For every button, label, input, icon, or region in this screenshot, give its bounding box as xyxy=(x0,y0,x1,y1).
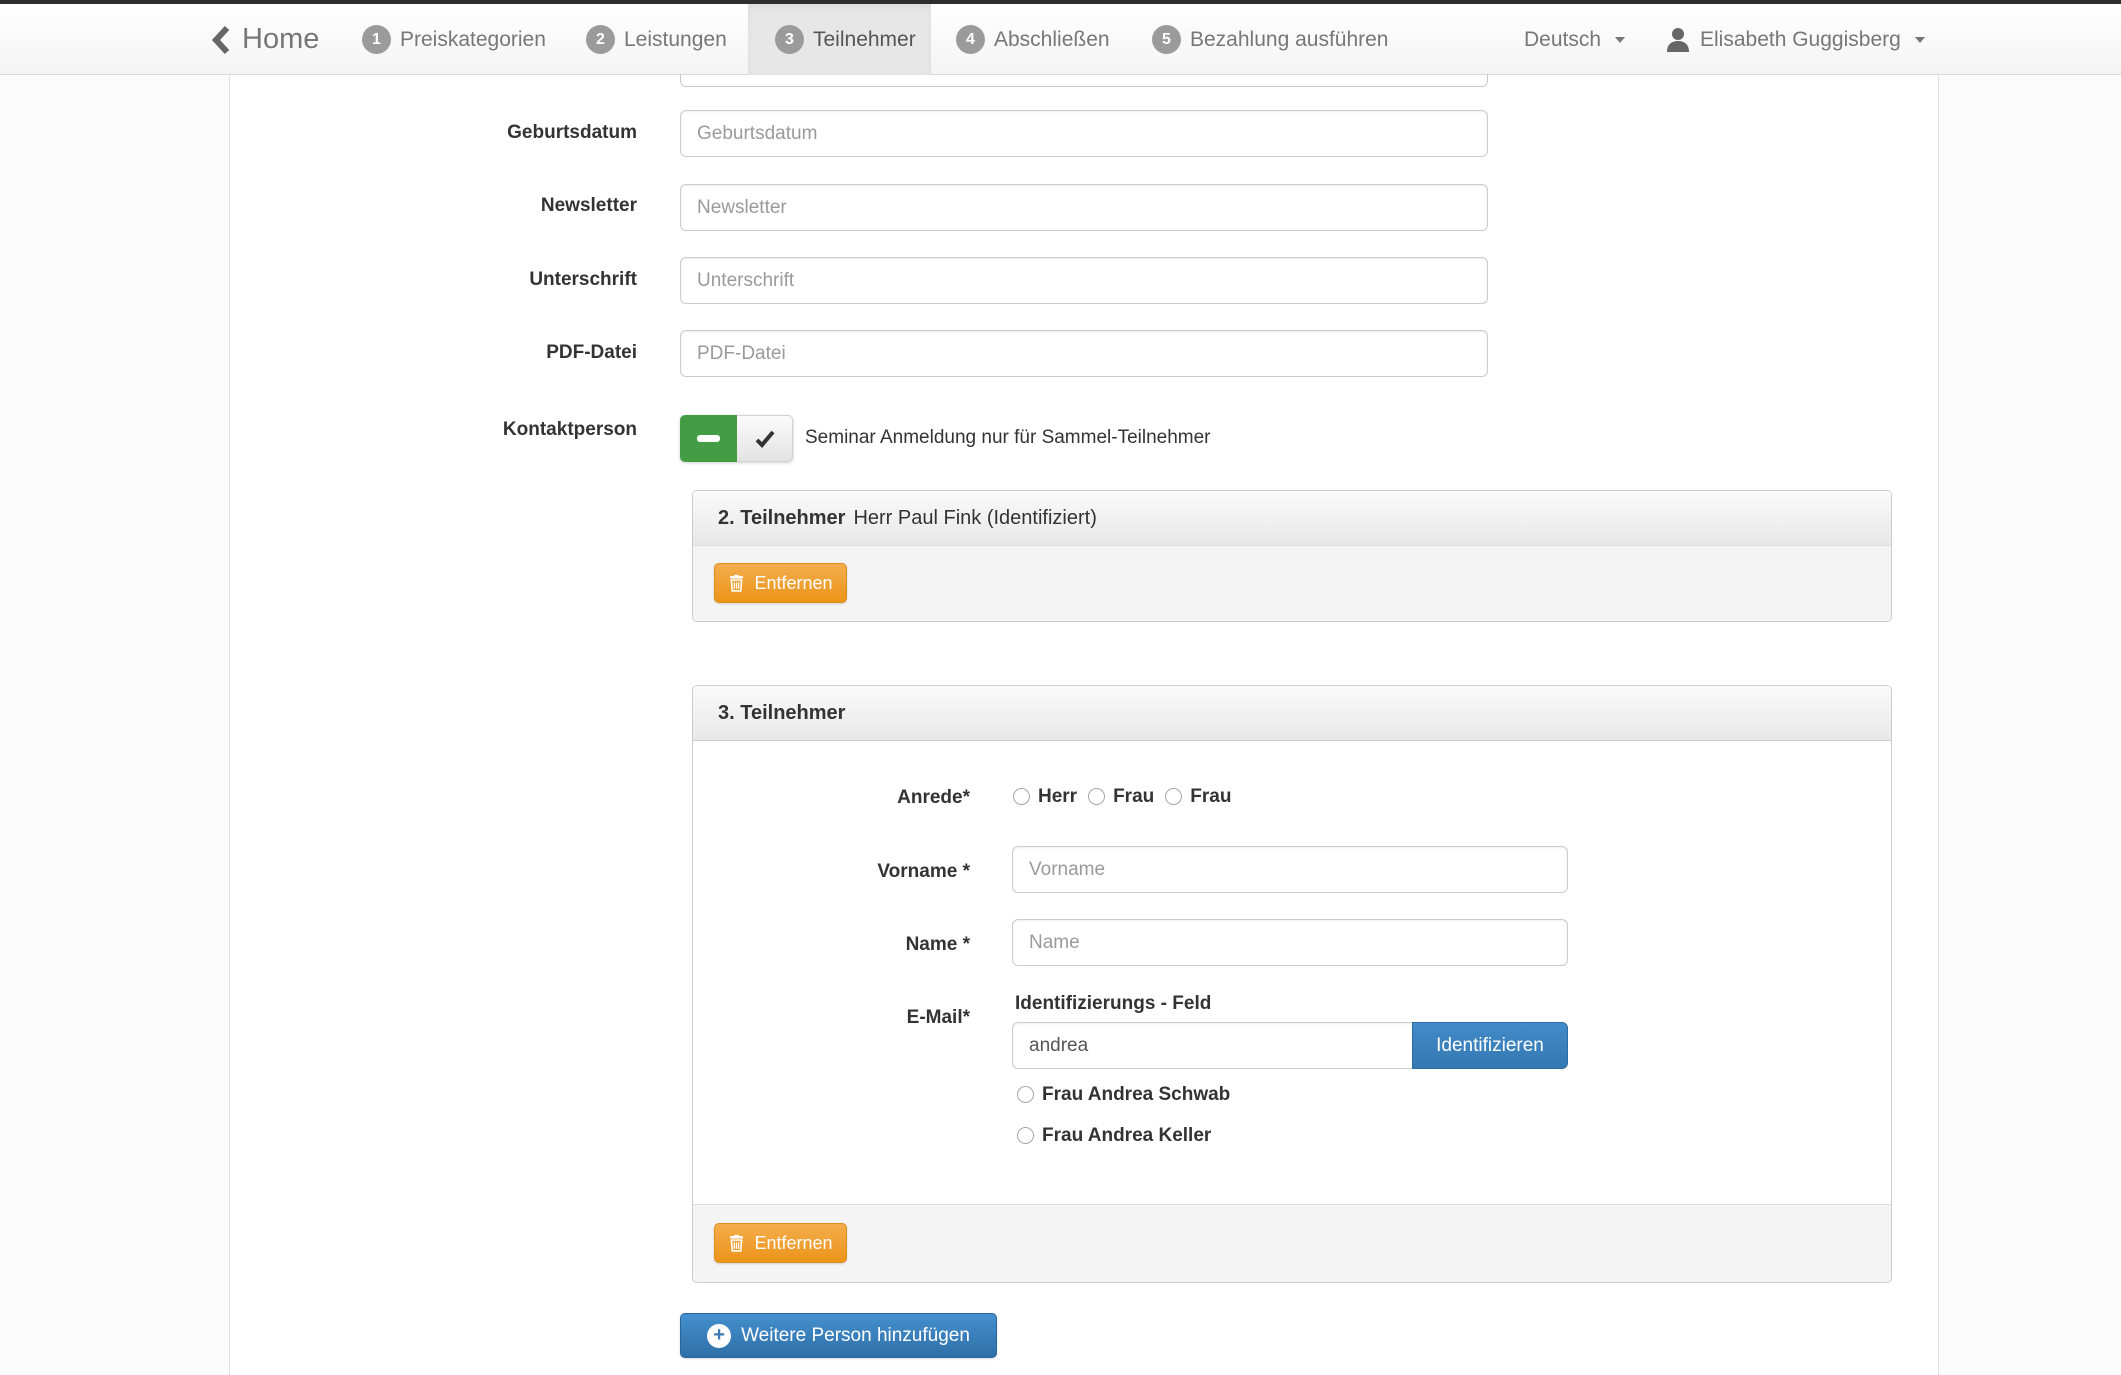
participant-3-title: 3. Teilnehmer xyxy=(718,702,845,725)
caret-down-icon xyxy=(1615,37,1625,43)
plus-circle-icon: + xyxy=(707,1324,731,1348)
step-badge-3: 3 xyxy=(775,25,804,54)
toggle-on-segment[interactable] xyxy=(680,415,737,462)
remove-participant-2-label: Entfernen xyxy=(754,573,832,594)
participant-2-subtitle: Herr Paul Fink (Identifiziert) xyxy=(853,507,1096,530)
top-strip xyxy=(0,0,2121,4)
language-label: Deutsch xyxy=(1524,25,1601,54)
radio-frau-1[interactable] xyxy=(1088,788,1105,805)
check-icon xyxy=(754,428,776,450)
participant-3-footer: Entfernen xyxy=(693,1204,1891,1282)
radio-herr[interactable] xyxy=(1013,788,1030,805)
anrede-option-frau-2[interactable]: Frau xyxy=(1165,786,1231,807)
radio-andrea-keller[interactable] xyxy=(1017,1127,1034,1144)
radio-herr-label: Herr xyxy=(1038,786,1077,807)
radio-frau-2-label: Frau xyxy=(1190,786,1231,807)
anrede-option-herr[interactable]: Herr xyxy=(1013,786,1077,807)
step-badge-1: 1 xyxy=(362,25,391,54)
ident-section-label: Identifizierungs - Feld xyxy=(1015,993,1211,1015)
step-label-5: Bezahlung ausführen xyxy=(1190,25,1389,54)
participant-2-header: 2. Teilnehmer Herr Paul Fink (Identifizi… xyxy=(693,491,1891,546)
user-name: Elisabeth Guggisberg xyxy=(1700,25,1901,54)
pdf-datei-input[interactable] xyxy=(680,330,1488,377)
chevron-left-icon xyxy=(212,26,230,54)
language-dropdown[interactable]: Deutsch xyxy=(1524,25,1625,54)
navbar: Home 1 Preiskategorien 2 Leistungen 3 Te… xyxy=(0,4,2121,75)
ident-input[interactable] xyxy=(1012,1022,1413,1069)
add-person-button[interactable]: + Weitere Person hinzufügen xyxy=(680,1313,997,1358)
radio-frau-2[interactable] xyxy=(1165,788,1182,805)
anrede-label: Anrede* xyxy=(740,787,970,809)
email-label: E-Mail* xyxy=(740,1007,970,1029)
name-input[interactable] xyxy=(1012,919,1568,966)
anrede-option-frau-1[interactable]: Frau xyxy=(1088,786,1154,807)
remove-participant-2-button[interactable]: Entfernen xyxy=(714,563,847,603)
nav-step-leistungen[interactable]: 2 Leistungen xyxy=(586,25,727,54)
toggle-handle[interactable] xyxy=(737,415,793,462)
step-badge-4: 4 xyxy=(956,25,985,54)
participant-3-header: 3. Teilnehmer xyxy=(693,686,1891,741)
radio-andrea-keller-label: Frau Andrea Keller xyxy=(1042,1125,1211,1146)
caret-down-icon xyxy=(1915,37,1925,43)
participant-2-title: 2. Teilnehmer xyxy=(718,507,845,530)
trash-icon xyxy=(728,1234,745,1252)
vorname-input[interactable] xyxy=(1012,846,1568,893)
page: Home 1 Preiskategorien 2 Leistungen 3 Te… xyxy=(0,0,2121,1375)
field-label-newsletter: Newsletter xyxy=(280,195,637,217)
nav-step-teilnehmer[interactable]: 3 Teilnehmer xyxy=(775,25,916,54)
field-label-pdf-datei: PDF-Datei xyxy=(280,342,637,364)
anrede-radio-group: Herr Frau Frau xyxy=(1013,786,1242,807)
remove-participant-3-button[interactable]: Entfernen xyxy=(714,1223,847,1263)
step-label-2: Leistungen xyxy=(624,25,727,54)
nav-step-bezahlung[interactable]: 5 Bezahlung ausführen xyxy=(1152,25,1389,54)
match-option-keller[interactable]: Frau Andrea Keller xyxy=(1017,1125,1211,1146)
radio-andrea-schwab-label: Frau Andrea Schwab xyxy=(1042,1084,1230,1105)
remove-participant-3-label: Entfernen xyxy=(754,1233,832,1254)
match-option-schwab[interactable]: Frau Andrea Schwab xyxy=(1017,1084,1230,1105)
kontaktperson-note: Seminar Anmeldung nur für Sammel-Teilneh… xyxy=(805,427,1211,449)
radio-frau-1-label: Frau xyxy=(1113,786,1154,807)
add-person-label: Weitere Person hinzufügen xyxy=(741,1325,970,1347)
geburtsdatum-input[interactable] xyxy=(680,110,1488,157)
kontaktperson-toggle[interactable] xyxy=(680,415,793,462)
nav-home-link[interactable]: Home xyxy=(212,4,319,75)
nav-step-preiskategorien[interactable]: 1 Preiskategorien xyxy=(362,25,546,54)
step-label-1: Preiskategorien xyxy=(400,25,546,54)
field-label-kontaktperson: Kontaktperson xyxy=(280,419,637,441)
field-label-unterschrift: Unterschrift xyxy=(280,269,637,291)
participant-3-panel: 3. Teilnehmer Entfernen xyxy=(692,685,1892,1283)
minus-icon xyxy=(697,435,720,442)
home-label: Home xyxy=(242,23,319,56)
step-label-4: Abschließen xyxy=(994,25,1110,54)
newsletter-input[interactable] xyxy=(680,184,1488,231)
unterschrift-input[interactable] xyxy=(680,257,1488,304)
trash-icon xyxy=(728,574,745,592)
user-dropdown[interactable]: Elisabeth Guggisberg xyxy=(1666,25,1925,54)
vorname-label: Vorname * xyxy=(740,861,970,883)
participant-2-panel: 2. Teilnehmer Herr Paul Fink (Identifizi… xyxy=(692,490,1892,622)
person-icon xyxy=(1666,27,1690,53)
identify-button[interactable]: Identifizieren xyxy=(1412,1022,1568,1069)
participant-2-footer: Entfernen xyxy=(693,545,1891,621)
step-label-3: Teilnehmer xyxy=(813,25,916,54)
field-label-geburtsdatum: Geburtsdatum xyxy=(280,122,637,144)
step-badge-5: 5 xyxy=(1152,25,1181,54)
name-label: Name * xyxy=(740,934,970,956)
step-badge-2: 2 xyxy=(586,25,615,54)
radio-andrea-schwab[interactable] xyxy=(1017,1086,1034,1103)
nav-step-abschliessen[interactable]: 4 Abschließen xyxy=(956,25,1110,54)
